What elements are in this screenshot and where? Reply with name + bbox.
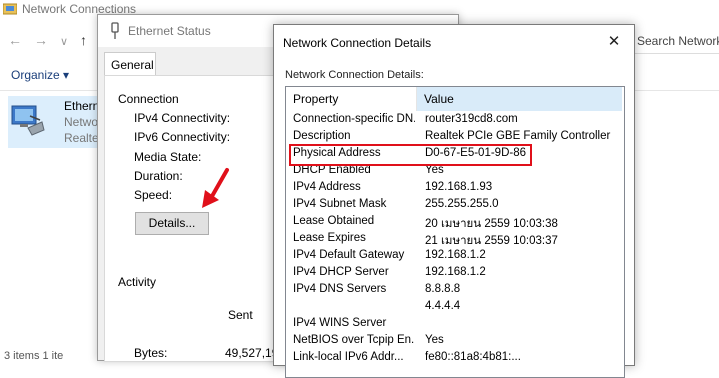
value-cell: 192.168.1.2 (425, 249, 486, 261)
speed-label: Speed: (134, 188, 173, 202)
connection-network: Netwo (64, 115, 99, 129)
list-header: Property Value (286, 87, 624, 111)
list-row[interactable]: Lease Expires 21 เมษายน 2559 10:03:37 (286, 231, 624, 248)
value-cell: fe80::81a8:4b81:... (425, 351, 521, 363)
property-cell: IPv4 DHCP Server (293, 266, 389, 278)
column-header-value-label: Value (424, 92, 454, 106)
column-header-property-label: Property (293, 92, 339, 106)
up-button[interactable]: ↑ (80, 32, 87, 48)
property-cell: IPv4 WINS Server (293, 317, 387, 329)
value-cell: 4.4.4.4 (425, 300, 461, 312)
close-button[interactable]: ✕ (603, 31, 625, 53)
network-adapter-icon (11, 105, 45, 136)
value-cell: 192.168.1.93 (425, 181, 493, 193)
property-cell: IPv4 Default Gateway (293, 249, 405, 261)
connection-heading: Connection (118, 92, 179, 106)
search-input[interactable]: Search Network (637, 34, 719, 48)
physical-address-highlight (289, 144, 532, 166)
property-cell: IPv4 DNS Servers (293, 283, 387, 295)
property-cell: NetBIOS over Tcpip En... (293, 334, 415, 346)
ipv4-connectivity-label: IPv4 Connectivity: (134, 111, 231, 125)
red-pointer-arrow-icon (202, 168, 229, 208)
network-connections-app-icon (3, 3, 17, 15)
tab-general-label: General (111, 58, 154, 72)
bytes-sent-value: 49,527,19 (225, 346, 279, 360)
network-connection-details-dialog: Network Connection Details ✕ Network Con… (273, 24, 635, 378)
list-row[interactable]: Link-local IPv6 Addr... fe80::81a8:4b81:.… (286, 350, 624, 367)
list-row[interactable]: IPv4 WINS Server (286, 316, 624, 333)
status-bar: 3 items 1 ite (4, 350, 64, 362)
property-cell: Link-local IPv6 Addr... (293, 351, 404, 363)
property-cell: Lease Expires (293, 232, 366, 244)
tab-general[interactable]: General (104, 52, 156, 76)
connection-adapter: Realte (64, 131, 99, 145)
ethernet-connection-item[interactable]: Etherne Netwo Realte (8, 96, 106, 148)
property-cell: Connection-specific DN... (293, 113, 415, 125)
value-cell: Yes (425, 334, 444, 346)
list-row[interactable]: NetBIOS over Tcpip En... Yes (286, 333, 624, 350)
value-cell: Realtek PCIe GBE Family Controller (425, 130, 611, 142)
column-header-property[interactable]: Property (286, 87, 417, 111)
column-header-value[interactable]: Value (417, 87, 622, 111)
property-cell: Lease Obtained (293, 215, 375, 227)
back-button[interactable]: ← (8, 32, 22, 48)
details-list[interactable]: Property Value Connection-specific DN...… (285, 86, 625, 378)
activity-heading: Activity (118, 275, 157, 289)
ipv6-connectivity-label: IPv6 Connectivity: (134, 130, 231, 144)
forward-button[interactable]: → (34, 32, 48, 48)
details-subtitle: Network Connection Details: (285, 69, 424, 81)
value-cell: 8.8.8.8 (425, 283, 461, 295)
recent-locations-button[interactable]: ∨ (60, 35, 68, 48)
media-state-label: Media State: (134, 150, 202, 164)
property-cell: IPv4 Address (293, 181, 361, 193)
sent-label: Sent (228, 308, 253, 322)
window-title: Ethernet Status (128, 24, 211, 38)
ethernet-plug-icon (111, 22, 119, 39)
duration-label: Duration: (134, 169, 183, 183)
list-row[interactable]: IPv4 Address 192.168.1.93 (286, 180, 624, 197)
search-box[interactable]: Search Network (630, 31, 719, 54)
property-cell: IPv4 Subnet Mask (293, 198, 387, 210)
details-button-wrap: Details... (135, 212, 209, 235)
list-row[interactable]: 4.4.4.4 (286, 299, 624, 316)
list-row[interactable]: IPv4 DNS Servers 8.8.8.8 (286, 282, 624, 299)
list-row[interactable]: Connection-specific DN... router319cd8.co… (286, 112, 624, 129)
list-row[interactable]: IPv4 Subnet Mask 255.255.255.0 (286, 197, 624, 214)
list-row[interactable]: IPv4 Default Gateway 192.168.1.2 (286, 248, 624, 265)
list-row[interactable]: Lease Obtained 20 เมษายน 2559 10:03:38 (286, 214, 624, 231)
value-cell: 255.255.255.0 (425, 198, 499, 210)
organize-button[interactable]: Organize ▾ (11, 68, 69, 82)
value-cell: router319cd8.com (425, 113, 518, 125)
value-cell: 192.168.1.2 (425, 266, 486, 278)
bytes-label: Bytes: (134, 346, 168, 360)
list-row[interactable]: IPv4 DHCP Server 192.168.1.2 (286, 265, 624, 282)
details-button[interactable]: Details... (135, 212, 209, 235)
dialog-title: Network Connection Details (283, 36, 432, 50)
property-cell: Description (293, 130, 351, 142)
